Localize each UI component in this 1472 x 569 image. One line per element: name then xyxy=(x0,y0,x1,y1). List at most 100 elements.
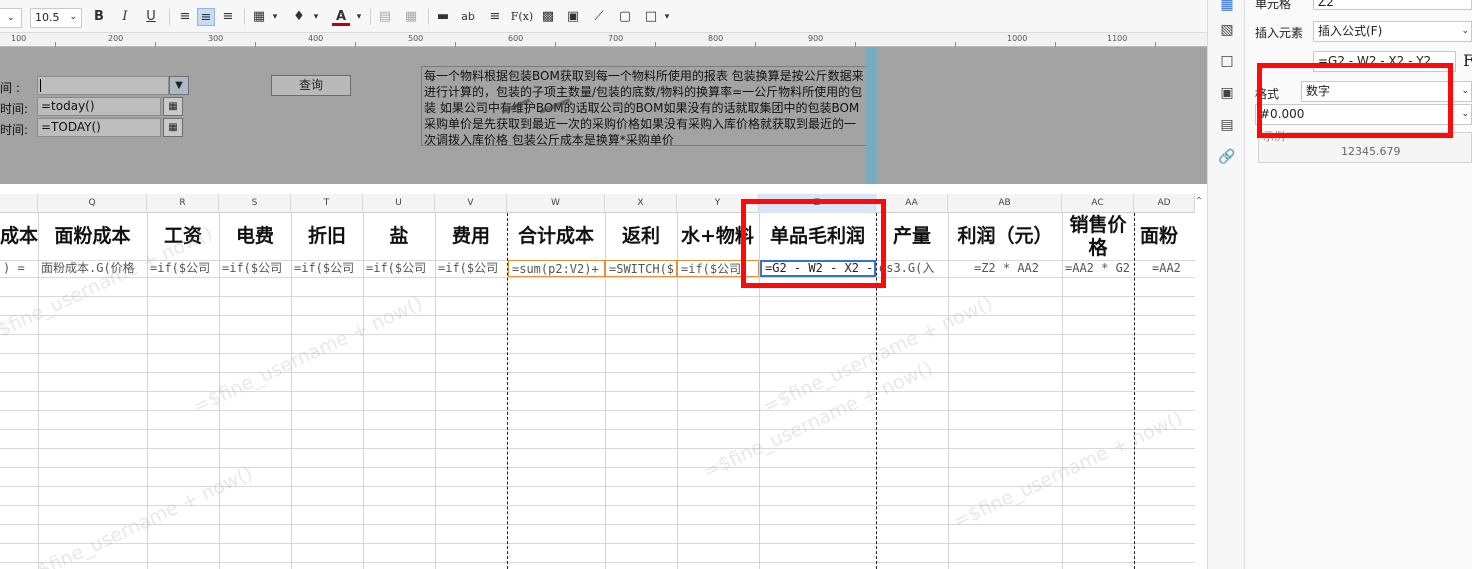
column-header[interactable]: V xyxy=(435,194,507,213)
row-divider xyxy=(0,562,1195,563)
formula-cell[interactable]: =AA2 xyxy=(1134,260,1195,277)
header-cell[interactable]: 电费 xyxy=(219,213,291,260)
text-cursor xyxy=(40,79,41,92)
column-header[interactable]: Q xyxy=(38,194,147,213)
row-divider xyxy=(0,391,1195,392)
cell-name-field[interactable]: Z2 xyxy=(1313,0,1472,10)
spreadsheet-grid[interactable]: 成本 面粉成本 工资 电费 折旧 盐 费用 合计成本 返利 水+物料 单品毛利润… xyxy=(0,213,1195,569)
floating-element-icon[interactable]: ▣ xyxy=(1218,84,1236,102)
formula-edit-button[interactable]: F xyxy=(1463,51,1472,70)
column-header[interactable]: AD xyxy=(1134,194,1195,213)
insert-text-button[interactable]: ab xyxy=(459,8,477,26)
chevron-down-icon[interactable]: ▾ xyxy=(658,8,676,26)
dropdown-arrow-icon[interactable]: ▼ xyxy=(169,76,189,95)
italic-button[interactable]: I xyxy=(116,8,134,26)
row-divider xyxy=(0,410,1195,411)
ruler-label: 1000 xyxy=(1007,34,1028,43)
horizontal-ruler: 100 200 300 400 500 600 700 800 900 1000… xyxy=(0,33,1207,47)
column-header[interactable]: AB xyxy=(948,194,1062,213)
pencil-watermark-icon xyxy=(500,96,580,114)
header-cell[interactable]: 合计成本 xyxy=(507,213,605,260)
formula-cell[interactable]: =if($公司 xyxy=(363,260,435,277)
header-cell[interactable]: 成本 xyxy=(0,213,38,260)
data-column-icon[interactable]: ▤ xyxy=(1218,116,1236,134)
header-cell[interactable]: 折旧 xyxy=(291,213,363,260)
row-divider xyxy=(0,334,1195,335)
parameter-pane-resize-handle[interactable] xyxy=(866,47,877,184)
end-date-field[interactable]: =TODAY() xyxy=(37,118,161,137)
formula-cell[interactable]: =AA2 * G2 xyxy=(1062,260,1134,277)
red-highlight-box xyxy=(741,199,886,288)
column-header[interactable]: AC xyxy=(1062,194,1134,213)
header-cell[interactable]: 盐 xyxy=(363,213,435,260)
row-divider xyxy=(0,448,1195,449)
image-icon[interactable]: ▣ xyxy=(564,8,582,26)
formula-cell[interactable]: ds3.G(入 xyxy=(876,260,948,277)
formula-cell[interactable]: ) = xyxy=(0,260,38,277)
insert-element-value: 插入公式(F) xyxy=(1318,24,1383,38)
condition-attributes-icon[interactable]: ▧ xyxy=(1218,21,1236,39)
split-cells-icon[interactable]: ▦ xyxy=(402,8,420,26)
formula-cell[interactable]: =sum(p2:V2)+ xyxy=(508,260,605,277)
insert-element-select[interactable]: 插入公式(F) ⌄ xyxy=(1313,21,1472,42)
header-cell[interactable]: 利润（元） xyxy=(948,213,1062,260)
chevron-down-icon[interactable]: ▾ xyxy=(350,8,368,26)
align-center-icon[interactable]: ≡ xyxy=(197,8,215,26)
align-right-icon[interactable]: ≡ xyxy=(219,8,237,26)
fill-color-icon[interactable]: ♦ xyxy=(290,8,308,26)
row-divider xyxy=(0,315,1195,316)
font-family-dropdown[interactable]: ⌄ xyxy=(0,8,22,28)
bold-button[interactable]: B xyxy=(90,8,108,26)
header-cell[interactable]: 销售价格 xyxy=(1062,213,1134,260)
text-lines-icon[interactable]: ≡ xyxy=(486,8,504,26)
toolbar-divider xyxy=(370,9,371,25)
ruler-label: 700 xyxy=(608,34,624,43)
formula-cell[interactable]: =if($公司 xyxy=(435,260,507,277)
column-header[interactable]: X xyxy=(605,194,677,213)
merge-cells-icon[interactable]: ▤ xyxy=(376,8,394,26)
query-button[interactable]: 查询 xyxy=(271,75,351,96)
font-size-select[interactable]: 10.5 ⌄ xyxy=(30,8,82,28)
header-cell[interactable]: 产量 xyxy=(876,213,948,260)
column-header[interactable]: AA xyxy=(876,194,948,213)
header-cell[interactable]: 面粉 xyxy=(1134,213,1195,260)
ruler-label: 500 xyxy=(408,34,424,43)
insert-row-icon[interactable]: ▬ xyxy=(434,8,452,26)
formula-cell[interactable]: =if($公司 xyxy=(291,260,363,277)
header-cell[interactable]: 费用 xyxy=(435,213,507,260)
formula-cell[interactable]: =SWITCH($ xyxy=(605,260,677,277)
formula-cell[interactable]: =if($公司 xyxy=(219,260,291,277)
sub-report-icon[interactable]: ▢ xyxy=(616,8,634,26)
bar-chart-icon[interactable]: ▩ xyxy=(539,8,557,26)
scroll-up-icon[interactable]: ⌃ xyxy=(1192,196,1206,210)
param-label-1: 间 : xyxy=(0,81,20,95)
font-size-value: 10.5 xyxy=(35,11,60,24)
font-color-button[interactable]: A xyxy=(332,8,350,26)
start-date-field[interactable]: =today() xyxy=(37,97,161,116)
insert-formula-button[interactable]: F(x) xyxy=(510,8,534,26)
calendar-icon[interactable]: ▦ xyxy=(163,118,183,137)
column-header[interactable]: T xyxy=(291,194,363,213)
ruler-label: 600 xyxy=(508,34,524,43)
column-header[interactable]: R xyxy=(147,194,219,213)
calendar-icon[interactable]: ▦ xyxy=(163,97,183,116)
toolbar-divider xyxy=(169,9,170,25)
slash-line-icon[interactable]: ⟋ xyxy=(590,8,608,26)
underline-button[interactable]: U xyxy=(142,8,160,26)
chevron-down-icon[interactable]: ▾ xyxy=(307,8,325,26)
formula-cell[interactable]: =Z2 * AA2 xyxy=(948,260,1062,277)
widget-settings-icon[interactable]: □ xyxy=(1218,52,1236,70)
header-cell[interactable]: 返利 xyxy=(605,213,677,260)
cell-attributes-icon[interactable]: ▦ xyxy=(1218,0,1236,14)
hyperlink-icon[interactable]: 🔗 xyxy=(1218,148,1236,166)
column-header[interactable]: S xyxy=(219,194,291,213)
column-header[interactable] xyxy=(0,194,38,213)
column-header[interactable]: U xyxy=(363,194,435,213)
watermark-text: =$fine_username + now() xyxy=(950,407,1187,533)
column-header[interactable]: W xyxy=(507,194,605,213)
header-cell[interactable]: 面粉成本 xyxy=(38,213,147,260)
align-left-icon[interactable]: ≡ xyxy=(176,8,194,26)
insert-element-label: 插入元素 xyxy=(1255,26,1304,40)
param-combo-field[interactable] xyxy=(37,76,169,95)
chevron-down-icon[interactable]: ▾ xyxy=(266,8,284,26)
